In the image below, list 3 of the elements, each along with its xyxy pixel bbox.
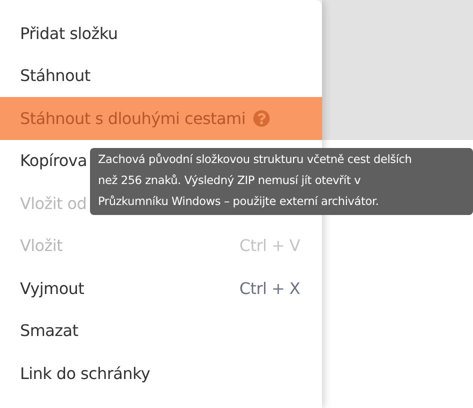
tooltip: Zachová původní složkovou strukturu včetně cest delších než 256 znaků. Výsledný ZIP nemusí jít otevřít v Průzkumníku Windows – použijte externí archivátor. bbox=[90, 148, 473, 215]
shortcut-label: Ctrl + V bbox=[239, 236, 300, 256]
shortcut-label: Ctrl + X bbox=[239, 278, 300, 298]
